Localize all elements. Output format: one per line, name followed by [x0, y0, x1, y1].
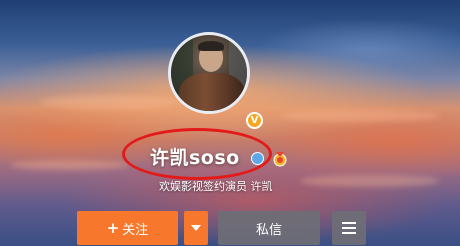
- medal-icon[interactable]: [272, 151, 288, 167]
- message-button-label: 私信: [255, 222, 282, 238]
- cloud-streak: [300, 175, 440, 187]
- cloud-streak: [10, 160, 130, 170]
- annotation-circle: [122, 128, 272, 180]
- follow-button-label: 关注: [122, 222, 149, 238]
- chevron-down-icon: [191, 225, 201, 231]
- hamburger-menu-icon: [342, 222, 356, 224]
- profile-description: 欢娱影视签约演员 许凯: [159, 180, 273, 193]
- more-menu-button[interactable]: [332, 211, 366, 245]
- hamburger-menu-icon: [342, 227, 356, 229]
- avatar-figure-hair: [198, 41, 224, 51]
- follow-dropdown-button[interactable]: [184, 211, 208, 245]
- hamburger-menu-icon: [342, 232, 356, 234]
- avatar[interactable]: [168, 32, 250, 114]
- plus-icon: +: [106, 219, 120, 237]
- avatar-figure-coat: [179, 73, 245, 111]
- verified-v-icon: V: [246, 112, 263, 129]
- follow-button[interactable]: + 关注: [77, 211, 178, 245]
- cloud-streak: [280, 110, 440, 122]
- cloud-streak: [40, 95, 180, 109]
- message-button[interactable]: 私信: [218, 211, 320, 245]
- male-gender-icon: [251, 152, 264, 165]
